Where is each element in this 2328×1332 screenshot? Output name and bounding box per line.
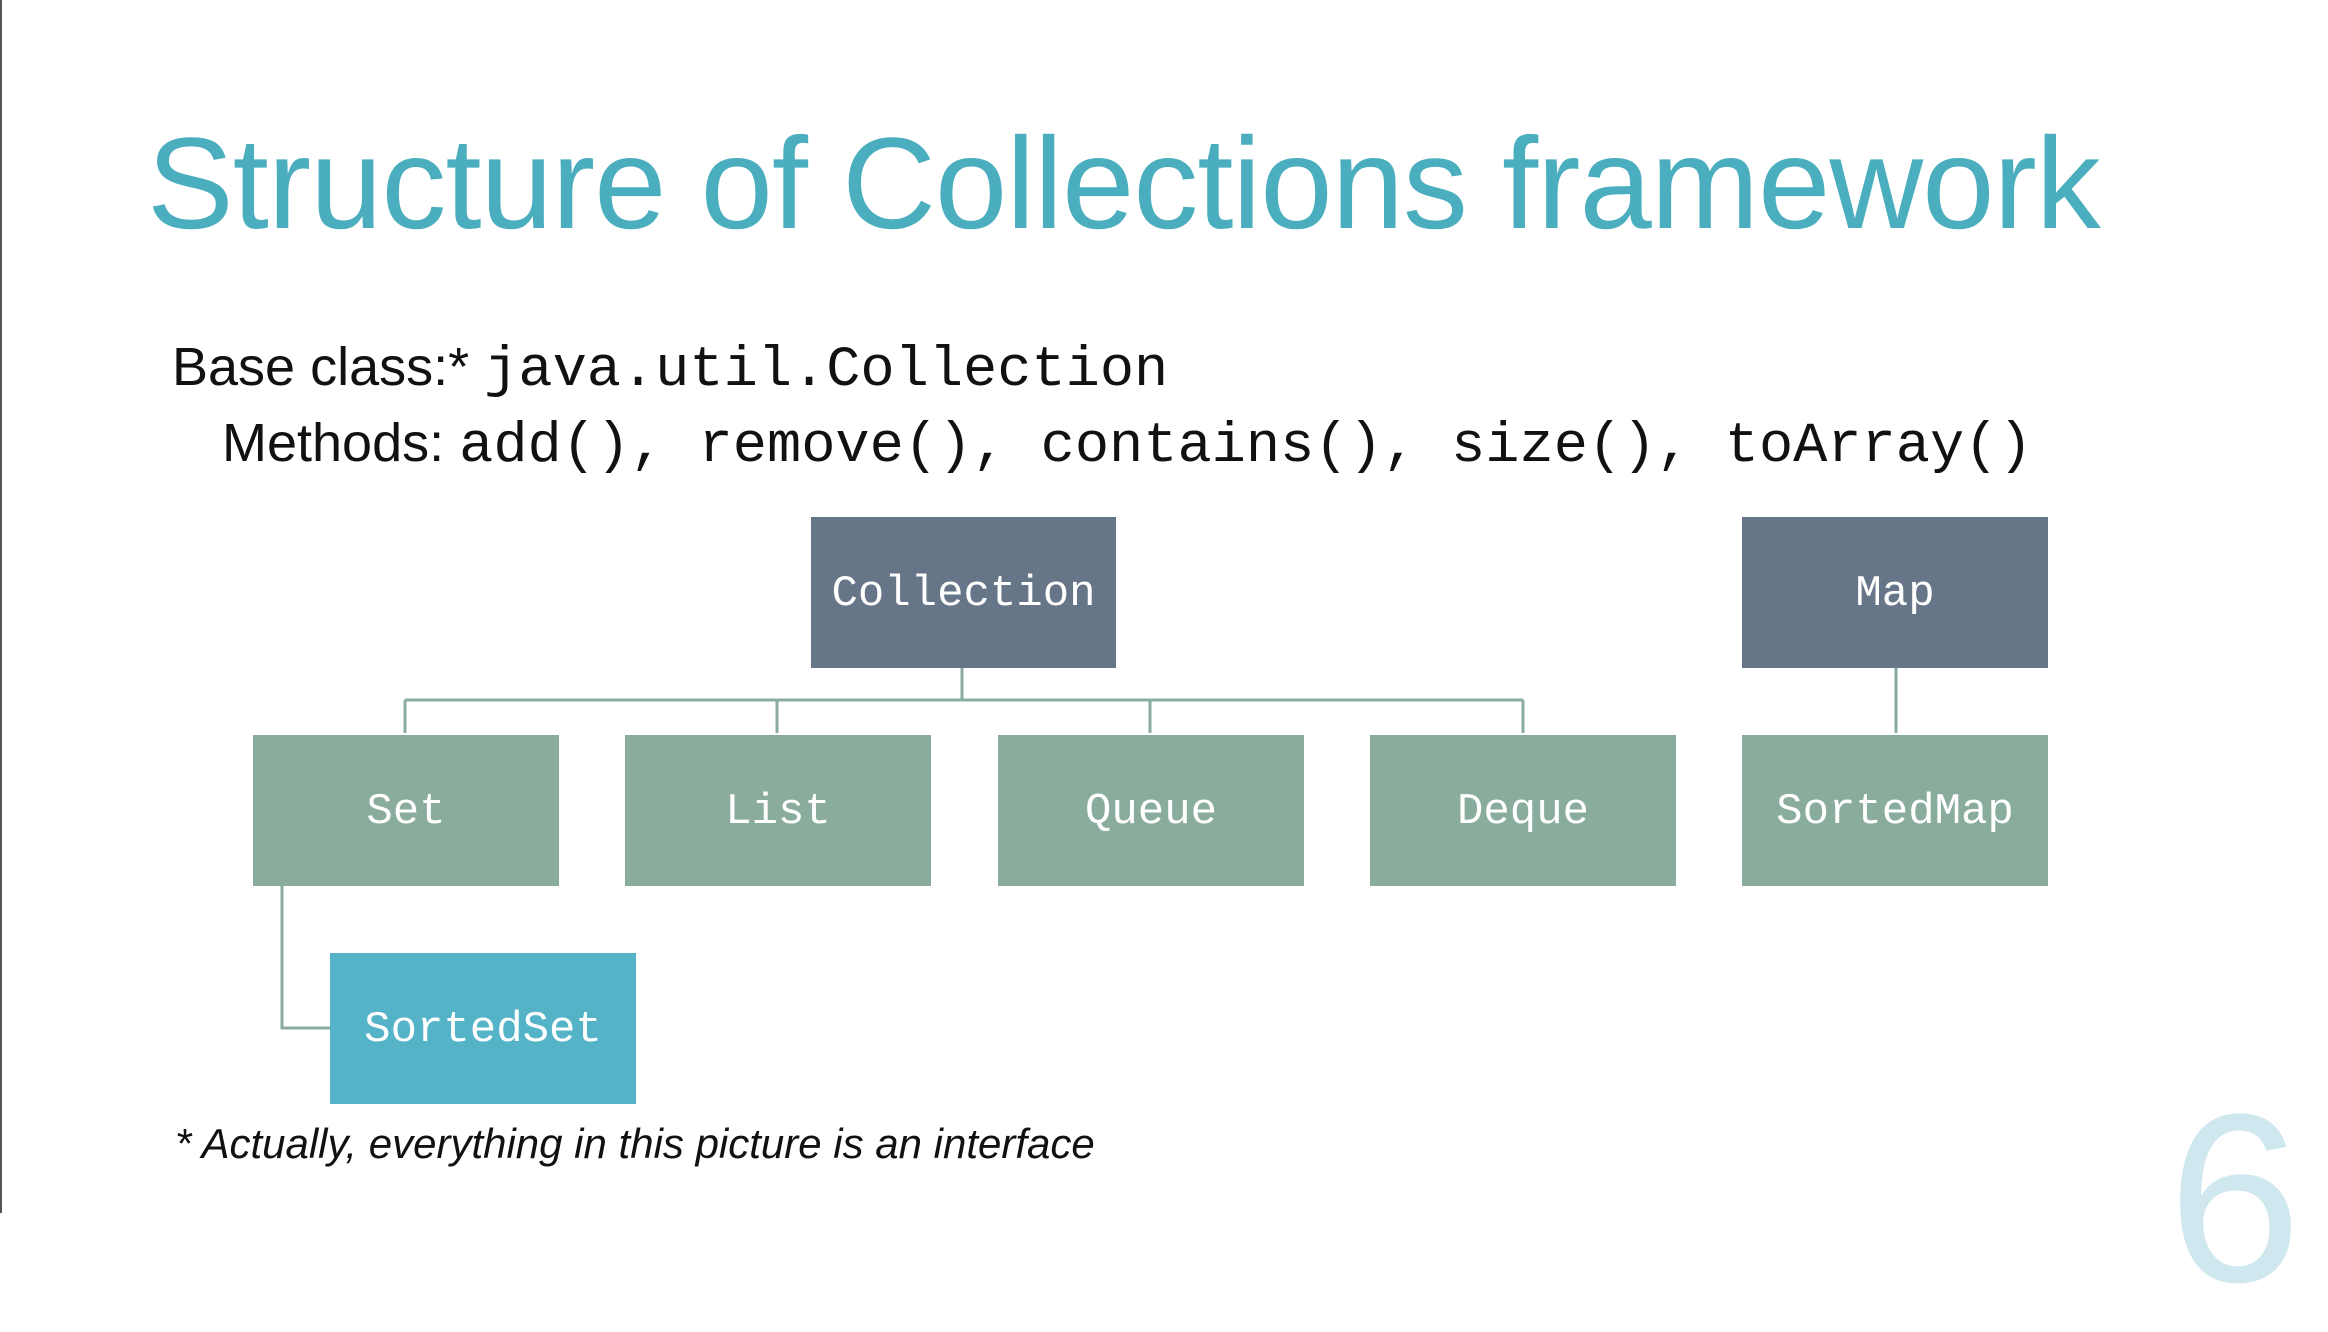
node-map-label: Map: [1855, 569, 1934, 619]
node-queue-label: Queue: [1085, 787, 1217, 837]
node-set-label: Set: [366, 787, 445, 837]
node-queue: Queue: [998, 735, 1304, 886]
node-collection: Collection: [811, 517, 1116, 668]
connector-set-sortedset: [280, 886, 330, 1030]
node-sortedset-label: SortedSet: [364, 1005, 602, 1055]
node-sortedmap-label: SortedMap: [1776, 787, 2014, 837]
node-sortedset: SortedSet: [330, 953, 636, 1104]
node-collection-label: Collection: [831, 569, 1095, 619]
footnote: * Actually, everything in this picture i…: [175, 1120, 1095, 1167]
node-sortedmap: SortedMap: [1742, 735, 2048, 886]
slide-number: 6: [2168, 1064, 2302, 1332]
collections-hierarchy-diagram: Collection Map Set List Queue Deque Sort…: [253, 517, 2048, 1104]
node-deque-label: Deque: [1457, 787, 1589, 837]
node-deque: Deque: [1370, 735, 1676, 886]
node-map: Map: [1742, 517, 2048, 668]
node-list-label: List: [725, 787, 831, 837]
node-set: Set: [253, 735, 559, 886]
node-list: List: [625, 735, 931, 886]
